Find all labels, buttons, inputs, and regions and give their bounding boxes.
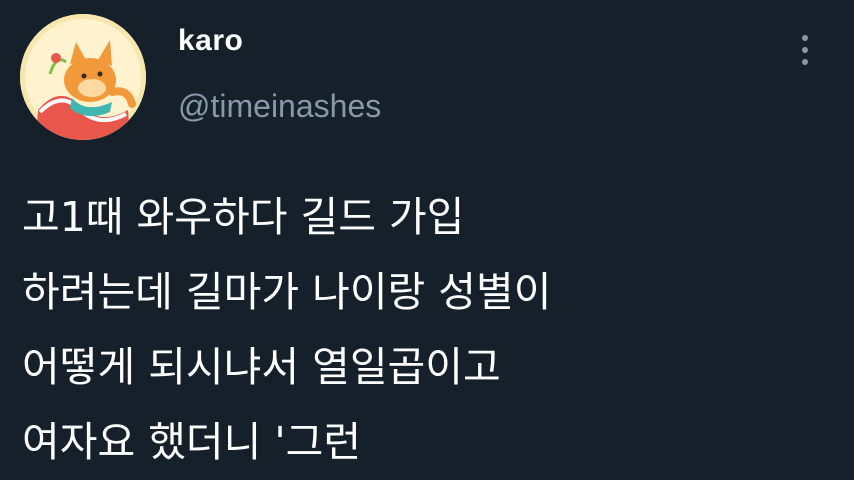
author-display-name[interactable]: karo xyxy=(178,24,243,58)
more-options-icon[interactable] xyxy=(790,28,820,72)
dot-icon xyxy=(802,47,808,53)
tweet-text-line: 고1때 와우하다 길드 가입 xyxy=(22,193,465,241)
cartoon-fox-avatar-icon xyxy=(20,14,146,140)
tweet-card: karo @timeinashes 고1때 와우하다 길드 가입 하려는데 길마… xyxy=(0,0,854,476)
avatar[interactable] xyxy=(20,14,146,140)
tweet-text-line: 하려는데 길마가 나이랑 성별이 xyxy=(22,268,552,316)
author-handle[interactable]: @timeinashes xyxy=(178,88,381,125)
tweet-text-line: 여자요 했더니 '그런 xyxy=(22,418,362,466)
dot-icon xyxy=(802,35,808,41)
tweet-text-line: 어떻게 되시냐서 열일곱이고 xyxy=(22,343,501,391)
tweet-text: 고1때 와우하다 길드 가입 하려는데 길마가 나이랑 성별이 어떻게 되시냐서… xyxy=(22,180,842,480)
dot-icon xyxy=(802,59,808,65)
